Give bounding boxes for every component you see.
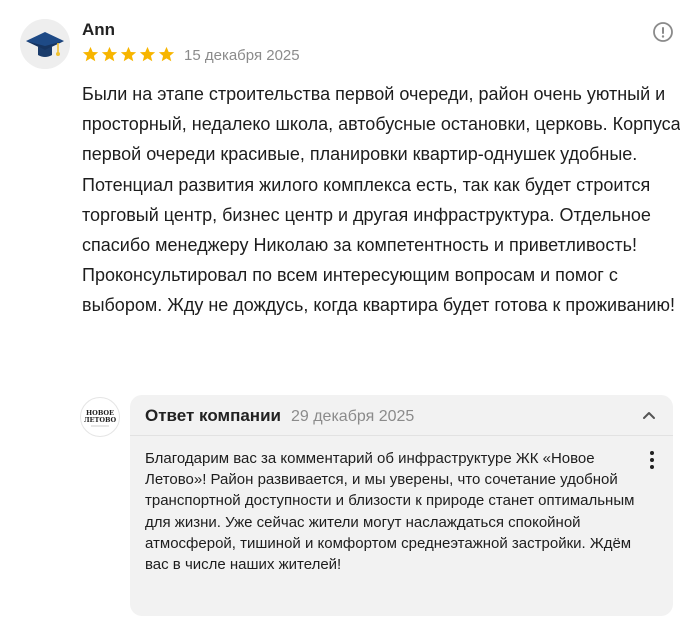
review-date: 15 декабря 2025 [184, 47, 300, 64]
rating-stars [82, 46, 175, 63]
kebab-menu-icon[interactable] [645, 451, 659, 471]
reply-title: Ответ компании [145, 406, 281, 425]
divider [130, 435, 673, 436]
reply-date: 29 декабря 2025 [290, 408, 415, 425]
star-icon [139, 46, 156, 62]
avatar[interactable] [20, 19, 70, 69]
company-logo[interactable]: НОВОЕ ЛЕТОВО [80, 397, 120, 437]
graduation-cap-icon [20, 19, 70, 69]
author-name[interactable]: Ann [82, 20, 115, 40]
star-icon [120, 46, 137, 62]
reply-header: Ответ компании 29 декабря 2025 [145, 406, 414, 426]
logo-line-2: ЛЕТОВО [84, 416, 117, 424]
chevron-up-icon[interactable] [639, 405, 659, 425]
company-logo-icon: НОВОЕ ЛЕТОВО [84, 409, 117, 427]
info-circle-icon[interactable] [652, 21, 674, 43]
star-icon [82, 46, 99, 62]
star-icon [158, 46, 175, 62]
reply-text: Благодарим вас за комментарий об инфраст… [145, 450, 635, 574]
review-text: Были на этапе строительства первой очере… [82, 84, 680, 316]
star-icon [101, 46, 118, 62]
company-reply: Ответ компании 29 декабря 2025 Благодари… [130, 395, 673, 616]
review-card: Ann 15 декабря 2025 Были на этапе строит… [0, 0, 680, 620]
